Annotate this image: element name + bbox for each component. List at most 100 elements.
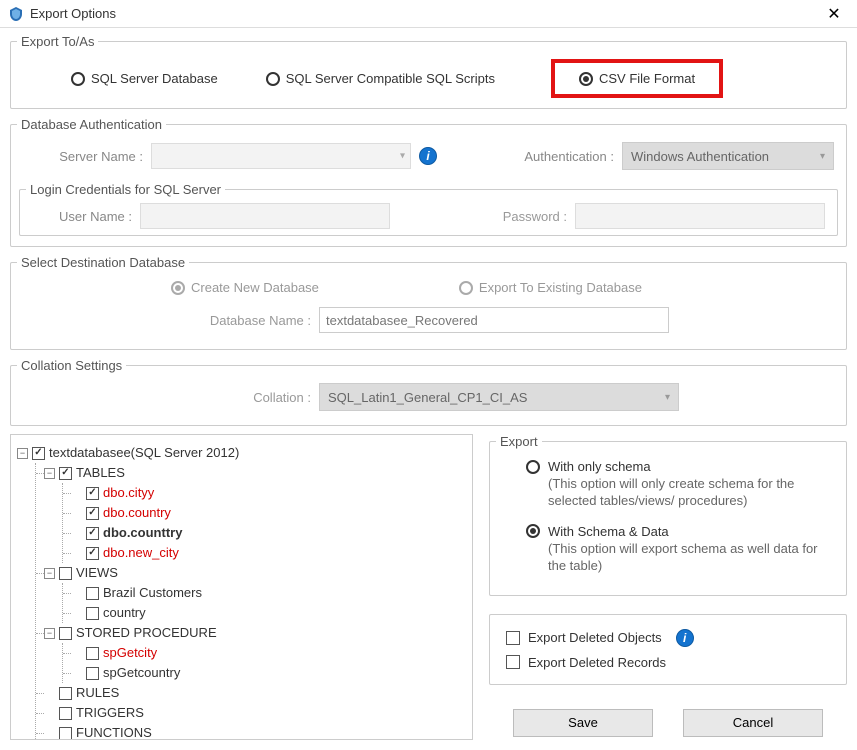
radio-schema-only-label: With only schema	[548, 459, 651, 474]
user-name-label: User Name :	[32, 209, 132, 224]
checkbox[interactable]	[59, 627, 72, 640]
radio-sql-scripts-input[interactable]	[266, 72, 280, 86]
fieldset-login-credentials: Login Credentials for SQL Server User Na…	[19, 182, 838, 236]
tree-item-label: country	[103, 603, 146, 623]
tree-tables-label: TABLES	[76, 463, 125, 483]
schema-data-description: (This option will export schema as well …	[548, 541, 830, 575]
checkbox[interactable]	[59, 567, 72, 580]
database-name-label: Database Name :	[171, 313, 311, 328]
tree-stored-label: STORED PROCEDURE	[76, 623, 217, 643]
collapse-icon[interactable]: −	[44, 628, 55, 639]
radio-sql-db-label: SQL Server Database	[91, 71, 218, 86]
checkbox[interactable]	[86, 647, 99, 660]
collation-dropdown[interactable]: SQL_Latin1_General_CP1_CI_AS ▾	[319, 383, 679, 411]
tree-item-label: dbo.country	[103, 503, 171, 523]
radio-csv-file-format[interactable]: CSV File Format	[551, 59, 723, 98]
radio-sql-server-scripts[interactable]: SQL Server Compatible SQL Scripts	[266, 71, 495, 86]
radio-export-existing-input[interactable]	[459, 281, 473, 295]
close-button[interactable]: ✕	[819, 3, 849, 25]
authentication-dropdown[interactable]: Windows Authentication ▾	[622, 142, 834, 170]
fieldset-collation-settings: Collation Settings Collation : SQL_Latin…	[10, 358, 847, 426]
authentication-label: Authentication :	[484, 149, 614, 164]
legend-dest-db: Select Destination Database	[17, 255, 189, 270]
tree-table-item[interactable]: dbo.cityy	[71, 483, 466, 503]
checkbox[interactable]	[86, 487, 99, 500]
cancel-button[interactable]: Cancel	[683, 709, 823, 737]
server-name-combobox[interactable]: ▾	[151, 143, 411, 169]
checkbox[interactable]	[59, 727, 72, 740]
checkbox-export-deleted-objects[interactable]	[506, 631, 520, 645]
collation-label: Collation :	[171, 390, 311, 405]
tree-view-item[interactable]: Brazil Customers	[71, 583, 466, 603]
radio-with-only-schema[interactable]: With only schema	[526, 459, 830, 474]
chevron-down-icon: ▾	[820, 151, 825, 162]
app-icon	[8, 6, 24, 22]
tree-tables-node[interactable]: − TABLES	[44, 463, 466, 483]
radio-create-new-label: Create New Database	[191, 280, 319, 295]
legend-export-to-as: Export To/As	[17, 34, 98, 49]
database-name-input[interactable]	[319, 307, 669, 333]
tree-item-label: dbo.new_city	[103, 543, 179, 563]
checkbox[interactable]	[59, 707, 72, 720]
radio-export-existing-database[interactable]: Export To Existing Database	[459, 280, 642, 295]
save-button[interactable]: Save	[513, 709, 653, 737]
radio-create-new-database[interactable]: Create New Database	[171, 280, 319, 295]
tree-sproc-item[interactable]: spGetcity	[71, 643, 466, 663]
fieldset-destination-database: Select Destination Database Create New D…	[10, 255, 847, 350]
checkbox[interactable]	[86, 507, 99, 520]
legend-export: Export	[496, 434, 542, 449]
tree-root-node[interactable]: − textdatabasee(SQL Server 2012)	[17, 443, 466, 463]
collapse-icon[interactable]: −	[17, 448, 28, 459]
chevron-down-icon: ▾	[665, 392, 670, 403]
password-input[interactable]	[575, 203, 825, 229]
server-name-label: Server Name :	[23, 149, 143, 164]
tree-views-node[interactable]: − VIEWS	[44, 563, 466, 583]
info-icon[interactable]: i	[676, 629, 694, 647]
tree-item-label: dbo.cityy	[103, 483, 154, 503]
tree-stored-procedure-node[interactable]: − STORED PROCEDURE	[44, 623, 466, 643]
collapse-icon[interactable]: −	[44, 468, 55, 479]
checkbox[interactable]	[59, 687, 72, 700]
tree-table-item[interactable]: dbo.counttry	[71, 523, 466, 543]
server-name-input[interactable]	[151, 143, 411, 169]
radio-sql-db-input[interactable]	[71, 72, 85, 86]
tree-item-label: Brazil Customers	[103, 583, 202, 603]
export-deleted-objects-label: Export Deleted Objects	[528, 630, 662, 645]
tree-rules-node[interactable]: RULES	[44, 683, 466, 703]
tree-views-label: VIEWS	[76, 563, 118, 583]
legend-db-auth: Database Authentication	[17, 117, 166, 132]
collation-value: SQL_Latin1_General_CP1_CI_AS	[328, 390, 527, 405]
radio-schema-only-input[interactable]	[526, 460, 540, 474]
radio-create-new-input[interactable]	[171, 281, 185, 295]
tree-table-item[interactable]: dbo.new_city	[71, 543, 466, 563]
checkbox[interactable]	[86, 667, 99, 680]
fieldset-export-to-as: Export To/As SQL Server Database SQL Ser…	[10, 34, 847, 109]
tree-view-item[interactable]: country	[71, 603, 466, 623]
close-icon: ✕	[827, 4, 840, 24]
checkbox[interactable]	[86, 547, 99, 560]
checkbox[interactable]	[32, 447, 45, 460]
tree-table-item[interactable]: dbo.country	[71, 503, 466, 523]
legend-login: Login Credentials for SQL Server	[26, 182, 225, 197]
info-icon[interactable]: i	[419, 147, 437, 165]
radio-sql-scripts-label: SQL Server Compatible SQL Scripts	[286, 71, 495, 86]
authentication-value: Windows Authentication	[631, 149, 769, 164]
checkbox[interactable]	[59, 467, 72, 480]
radio-with-schema-and-data[interactable]: With Schema & Data	[526, 524, 830, 539]
tree-triggers-node[interactable]: TRIGGERS	[44, 703, 466, 723]
radio-sql-server-database[interactable]: SQL Server Database	[71, 71, 218, 86]
user-name-input[interactable]	[140, 203, 390, 229]
radio-export-existing-label: Export To Existing Database	[479, 280, 642, 295]
radio-csv-input[interactable]	[579, 72, 593, 86]
window-title: Export Options	[30, 6, 116, 21]
tree-item-label: dbo.counttry	[103, 523, 182, 543]
checkbox-export-deleted-records[interactable]	[506, 655, 520, 669]
collapse-icon[interactable]: −	[44, 568, 55, 579]
tree-sproc-item[interactable]: spGetcountry	[71, 663, 466, 683]
schema-only-description: (This option will only create schema for…	[548, 476, 830, 510]
radio-schema-data-input[interactable]	[526, 524, 540, 538]
checkbox[interactable]	[86, 587, 99, 600]
checkbox[interactable]	[86, 527, 99, 540]
object-tree[interactable]: − textdatabasee(SQL Server 2012) − TABLE…	[10, 434, 473, 740]
checkbox[interactable]	[86, 607, 99, 620]
